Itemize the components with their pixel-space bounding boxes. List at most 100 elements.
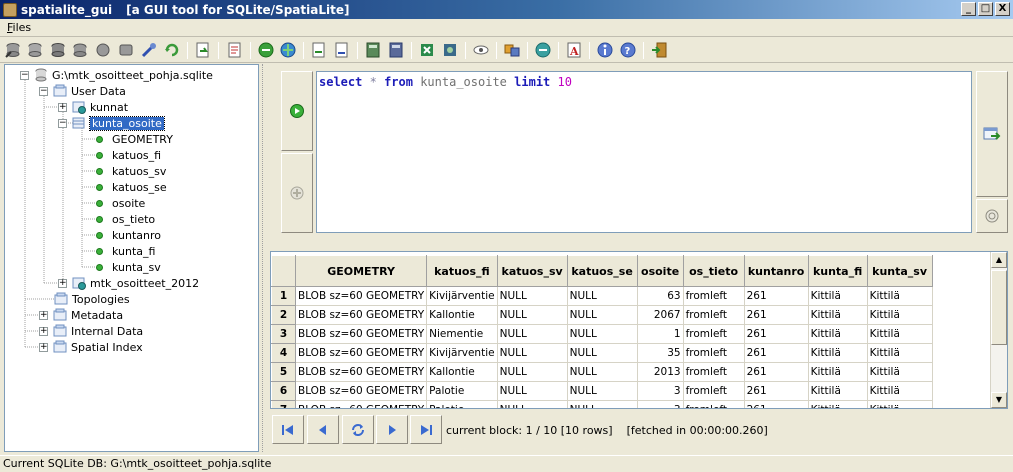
- tree-column[interactable]: kunta_sv: [93, 259, 161, 275]
- table-cell[interactable]: Kallontie: [426, 305, 498, 325]
- maximize-button[interactable]: □: [978, 2, 993, 16]
- sql-editor[interactable]: select * from kunta_osoite limit 10: [316, 71, 972, 233]
- table-cell[interactable]: Kittilä: [808, 343, 868, 363]
- table-cell[interactable]: NULL: [567, 381, 638, 401]
- table-cell[interactable]: NULL: [497, 324, 568, 344]
- prev-block-button[interactable]: [307, 415, 339, 444]
- attach-db-icon[interactable]: [418, 41, 436, 59]
- virtual-csv-icon[interactable]: [279, 41, 297, 59]
- table-cell[interactable]: Kittilä: [867, 400, 933, 408]
- expand-icon[interactable]: +: [58, 102, 67, 112]
- table-cell[interactable]: Kittilä: [867, 362, 933, 382]
- table-cell[interactable]: Kivijärventie: [426, 286, 498, 306]
- menu-files[interactable]: Files: [7, 21, 31, 34]
- load-dbf-icon[interactable]: [333, 41, 351, 59]
- table-cell[interactable]: NULL: [497, 400, 568, 408]
- table-cell[interactable]: fromleft: [683, 400, 745, 408]
- table-cell[interactable]: 1: [637, 324, 684, 344]
- table-cell[interactable]: fromleft: [683, 381, 745, 401]
- scroll-up-icon[interactable]: ▲: [991, 252, 1007, 268]
- panel-splitter[interactable]: [262, 64, 266, 452]
- table-cell[interactable]: Kittilä: [808, 400, 868, 408]
- table-row[interactable]: 1 BLOB sz=60 GEOMETRY Kivijärventie NULL NUL…: [271, 286, 933, 306]
- tree-node-kunta-osoite[interactable]: − kunta_osoite: [58, 115, 165, 131]
- row-number[interactable]: 1: [271, 286, 296, 306]
- load-network-icon[interactable]: [310, 41, 328, 59]
- load-shp-icon[interactable]: [194, 41, 212, 59]
- column-header[interactable]: kunta_fi: [807, 255, 868, 287]
- sql-history-button[interactable]: [281, 153, 313, 233]
- sql-log-icon[interactable]: [441, 41, 459, 59]
- refresh-button[interactable]: [342, 415, 374, 444]
- table-cell[interactable]: NULL: [567, 400, 638, 408]
- table-cell[interactable]: Kallontie: [426, 362, 498, 382]
- table-cell[interactable]: Kittilä: [808, 324, 868, 344]
- table-cell[interactable]: 3: [637, 400, 684, 408]
- table-cell[interactable]: fromleft: [683, 362, 745, 382]
- tree-column[interactable]: katuos_sv: [93, 163, 166, 179]
- table-cell[interactable]: Kittilä: [867, 343, 933, 363]
- tree-node-kunnat[interactable]: + kunnat: [58, 99, 128, 115]
- table-cell[interactable]: fromleft: [683, 324, 745, 344]
- table-cell[interactable]: 35: [637, 343, 684, 363]
- expand-icon[interactable]: +: [39, 326, 48, 336]
- create-db-icon[interactable]: [26, 41, 44, 59]
- table-row[interactable]: 3 BLOB sz=60 GEOMETRY Niementie NULL NULL 1 fr…: [271, 324, 933, 344]
- row-number[interactable]: 3: [271, 324, 296, 344]
- exit-icon[interactable]: [650, 41, 668, 59]
- next-block-button[interactable]: [376, 415, 408, 444]
- table-cell[interactable]: 261: [744, 362, 809, 382]
- tree-column[interactable]: katuos_se: [93, 179, 167, 195]
- table-cell[interactable]: BLOB sz=60 GEOMETRY: [295, 286, 428, 306]
- table-cell[interactable]: BLOB sz=60 GEOMETRY: [295, 343, 428, 363]
- memory-db-load-icon[interactable]: [94, 41, 112, 59]
- load-txt-icon[interactable]: [226, 41, 244, 59]
- tree-column[interactable]: os_tieto: [93, 211, 155, 227]
- tree-node-metadata[interactable]: + Metadata: [39, 307, 123, 323]
- table-cell[interactable]: 261: [744, 400, 809, 408]
- table-cell[interactable]: Kittilä: [867, 305, 933, 325]
- check-geometries-icon[interactable]: [472, 41, 490, 59]
- table-cell[interactable]: BLOB sz=60 GEOMETRY: [295, 362, 428, 382]
- tree-column[interactable]: kunta_fi: [93, 243, 155, 259]
- about-icon[interactable]: A: [565, 41, 583, 59]
- table-cell[interactable]: Kittilä: [867, 381, 933, 401]
- table-cell[interactable]: 3: [637, 381, 684, 401]
- row-number[interactable]: 5: [271, 362, 296, 382]
- table-cell[interactable]: BLOB sz=60 GEOMETRY: [295, 400, 428, 408]
- table-cell[interactable]: NULL: [567, 324, 638, 344]
- table-cell[interactable]: Kivijärventie: [426, 343, 498, 363]
- sql-script-icon[interactable]: [163, 41, 181, 59]
- table-cell[interactable]: fromleft: [683, 305, 745, 325]
- table-cell[interactable]: NULL: [567, 286, 638, 306]
- table-cell[interactable]: NULL: [497, 305, 568, 325]
- help-icon[interactable]: [534, 41, 552, 59]
- collapse-icon[interactable]: −: [58, 118, 67, 128]
- info-icon[interactable]: [596, 41, 614, 59]
- row-number[interactable]: 7: [271, 400, 296, 408]
- table-row[interactable]: 5 BLOB sz=60 GEOMETRY Kallontie NULL NULL 201…: [271, 362, 933, 382]
- tree-root[interactable]: − G:\mtk_osoitteet_pohja.sqlite: [20, 67, 213, 83]
- table-cell[interactable]: NULL: [567, 305, 638, 325]
- row-number[interactable]: 2: [271, 305, 296, 325]
- minimize-button[interactable]: _: [961, 2, 976, 16]
- connect-db-icon[interactable]: [4, 41, 22, 59]
- load-xl-icon[interactable]: [364, 41, 382, 59]
- column-header[interactable]: kuntanro: [743, 255, 809, 287]
- table-row[interactable]: 2 BLOB sz=60 GEOMETRY Kallontie NULL NULL 206…: [271, 305, 933, 325]
- expand-icon[interactable]: +: [58, 278, 67, 288]
- collapse-icon[interactable]: −: [39, 86, 48, 96]
- column-header[interactable]: katuos_sv: [496, 255, 568, 287]
- table-cell[interactable]: NULL: [497, 381, 568, 401]
- table-cell[interactable]: Niementie: [426, 324, 498, 344]
- column-header[interactable]: osoite: [636, 255, 684, 287]
- table-cell[interactable]: Kittilä: [808, 362, 868, 382]
- table-cell[interactable]: fromleft: [683, 286, 745, 306]
- row-number[interactable]: 6: [271, 381, 296, 401]
- close-button[interactable]: X: [995, 2, 1010, 16]
- table-cell[interactable]: Kittilä: [867, 286, 933, 306]
- query-builder-button[interactable]: [976, 71, 1008, 197]
- tree-column[interactable]: kuntanro: [93, 227, 161, 243]
- expand-icon[interactable]: +: [39, 342, 48, 352]
- vacuum-icon[interactable]: [140, 41, 158, 59]
